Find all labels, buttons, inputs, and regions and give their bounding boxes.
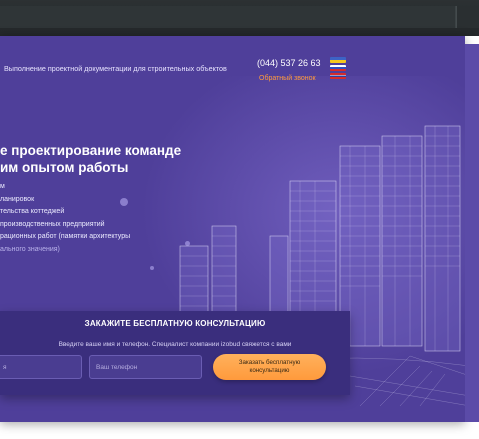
phone-input[interactable] xyxy=(89,355,202,379)
browser-window-control[interactable] xyxy=(456,6,479,28)
list-item: рационных работ (памятки архитектуры xyxy=(0,233,131,240)
callback-link[interactable]: Обратный звонок xyxy=(259,75,316,82)
hero-title: е проектирование команде им опытом работ… xyxy=(0,142,181,176)
header-tagline: Выполнение проектной документации для ст… xyxy=(4,64,227,73)
hero-title-line2: им опытом работы xyxy=(0,160,129,175)
form-title: ЗАКАЖИТЕ БЕСПЛАТНУЮ КОНСУЛЬТАЦИЮ xyxy=(84,319,266,328)
page-scroll-edge[interactable] xyxy=(465,44,479,422)
services-list: м ланировок тельства коттеджей производс… xyxy=(0,181,130,256)
flag-ru-icon[interactable] xyxy=(330,65,346,71)
form-subtitle: Введите ваше имя и телефон. Специалист к… xyxy=(58,341,292,348)
button-label-line2: консультацию xyxy=(249,367,290,374)
hero-title-line1: е проектирование команде xyxy=(0,143,182,158)
flag-ua-icon[interactable] xyxy=(330,57,346,63)
flag-en-icon[interactable] xyxy=(330,73,346,79)
browser-tab-bar xyxy=(0,6,456,28)
list-item: тельства коттеджей xyxy=(0,208,65,215)
consultation-form: ЗАКАЖИТЕ БЕСПЛАТНУЮ КОНСУЛЬТАЦИЮ Введите… xyxy=(0,311,350,395)
list-item: м xyxy=(0,183,5,190)
decor-dot xyxy=(150,266,154,270)
browser-chrome xyxy=(0,0,479,36)
decor-dot xyxy=(185,241,190,246)
list-item: производственных предприятий xyxy=(0,220,105,228)
header-phone[interactable]: (044) 537 26 63 xyxy=(257,58,321,68)
site-header: Выполнение проектной документации для ст… xyxy=(0,44,465,84)
list-item: ланировок xyxy=(0,195,35,203)
button-label-line1: Заказать бесплатную xyxy=(238,359,301,366)
list-item: ального значения) xyxy=(0,245,60,253)
order-consultation-button[interactable]: Заказать бесплатную консультацию xyxy=(213,354,326,380)
decor-dot xyxy=(120,198,128,206)
name-input[interactable] xyxy=(0,355,82,379)
website-frame: Выполнение проектной документации для ст… xyxy=(0,36,465,422)
